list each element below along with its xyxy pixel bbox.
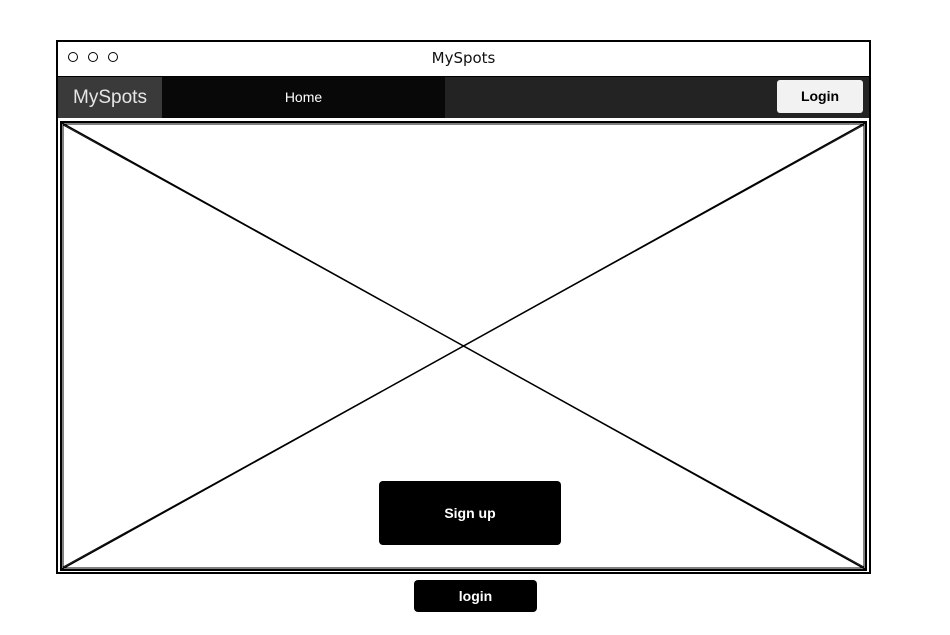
signup-button[interactable]: Sign up: [379, 481, 561, 545]
login-button[interactable]: login: [414, 580, 537, 612]
top-navbar: MySpots Home Login: [58, 77, 869, 118]
window-title: MySpots: [431, 49, 496, 67]
window-titlebar: MySpots: [58, 42, 869, 77]
browser-window: MySpots MySpots Home Login Sign up login: [56, 40, 871, 612]
nav-item-home[interactable]: Home: [162, 77, 445, 118]
nav-login-button[interactable]: Login: [777, 80, 863, 113]
hero-image-placeholder: Sign up login: [60, 121, 867, 612]
brand-logo[interactable]: MySpots: [58, 77, 162, 118]
